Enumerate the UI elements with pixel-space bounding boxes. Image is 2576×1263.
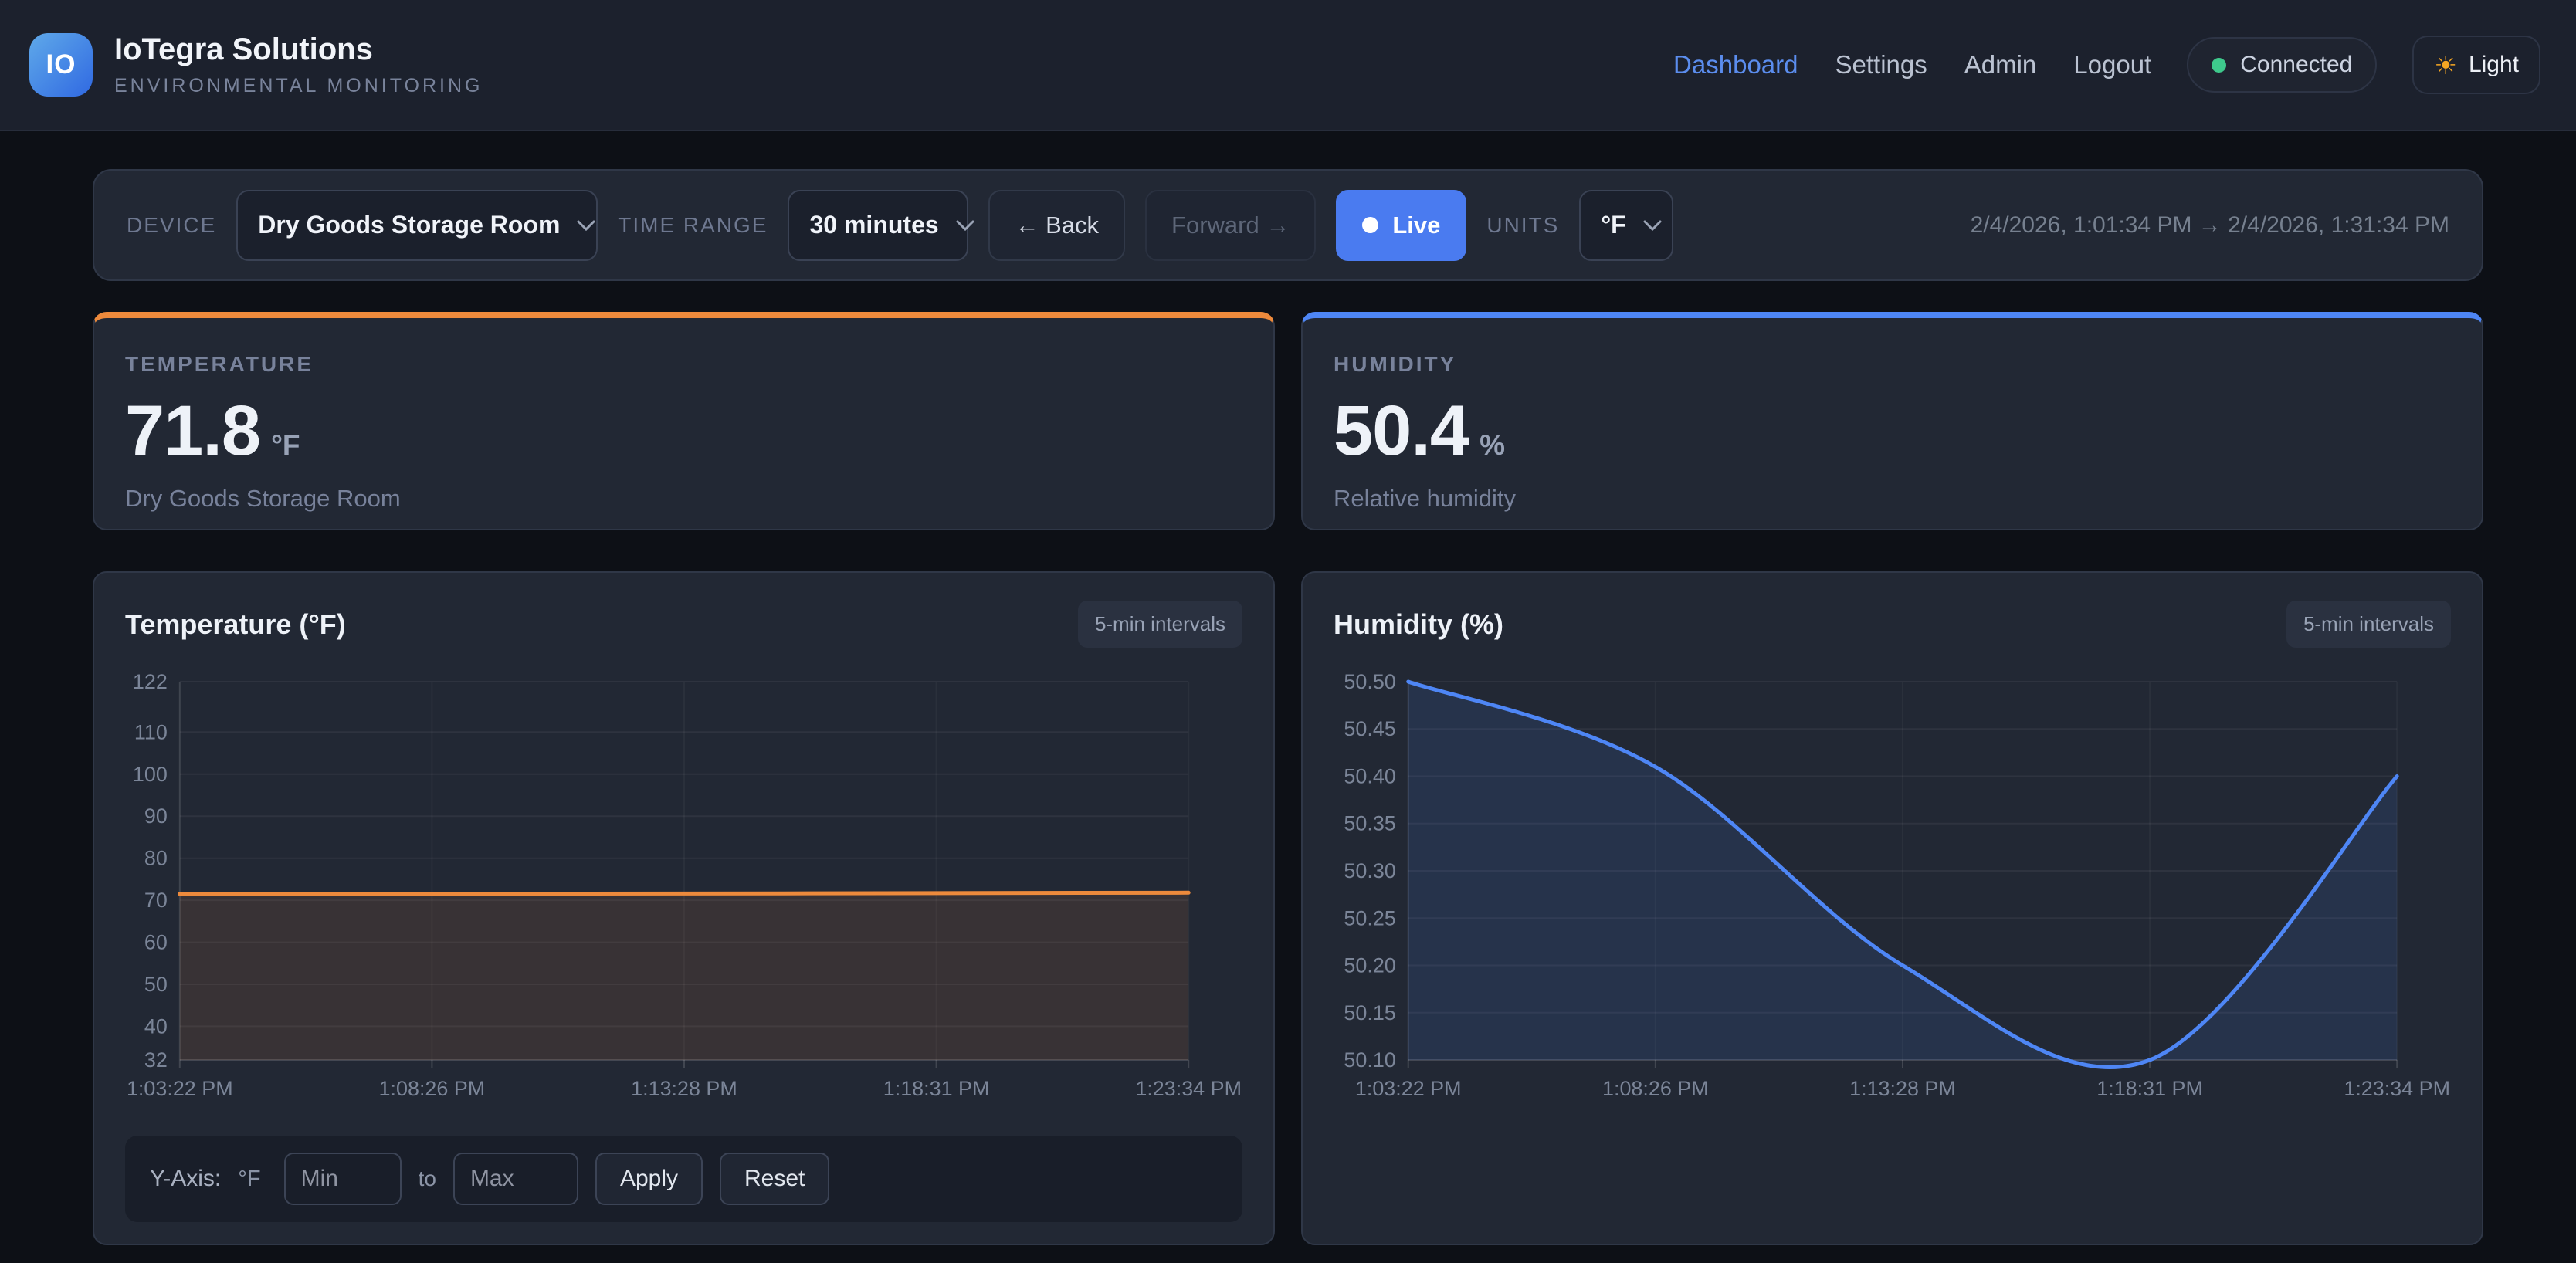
yaxis-min-input[interactable] <box>284 1153 402 1205</box>
theme-toggle-label: Light <box>2469 52 2519 78</box>
connection-status-badge: Connected <box>2187 37 2377 93</box>
temperature-stat-caption: Dry Goods Storage Room <box>125 485 1242 513</box>
humidity-chart: 50.50 50.45 50.40 50.35 50.30 50.25 50.20 50.15… <box>1334 668 2451 1100</box>
svg-text:1:13:28 PM: 1:13:28 PM <box>1849 1077 1956 1100</box>
humidity-chart-title: Humidity (%) <box>1334 608 1503 641</box>
svg-text:1:08:26 PM: 1:08:26 PM <box>1602 1077 1709 1100</box>
header-right: Dashboard Settings Admin Logout Connecte… <box>1673 36 2540 94</box>
yaxis-controls-panel: Y-Axis: °F to Apply Reset <box>125 1136 1242 1222</box>
chevron-down-icon <box>956 220 974 231</box>
humidity-chart-header: Humidity (%) 5-min intervals <box>1334 601 2451 648</box>
live-button[interactable]: Live <box>1336 190 1466 261</box>
units-select-value: °F <box>1601 211 1625 239</box>
humidity-stat-value-row: 50.4 % <box>1334 395 2451 466</box>
svg-text:1:18:31 PM: 1:18:31 PM <box>2096 1077 2203 1100</box>
page-subtitle: ENVIRONMENTAL MONITORING <box>114 75 483 97</box>
svg-text:1:18:31 PM: 1:18:31 PM <box>883 1077 990 1100</box>
units-label: UNITS <box>1486 213 1559 238</box>
yaxis-unit-label: °F <box>238 1166 260 1192</box>
svg-text:1:13:28 PM: 1:13:28 PM <box>631 1077 737 1100</box>
svg-text:50: 50 <box>144 973 168 996</box>
brand-text: IoTegra Solutions ENVIRONMENTAL MONITORI… <box>114 32 483 97</box>
device-select-value: Dry Goods Storage Room <box>258 211 560 239</box>
humidity-stat-card: HUMIDITY 50.4 % Relative humidity <box>1301 312 2483 530</box>
back-button[interactable]: ← Back <box>988 190 1125 261</box>
humidity-stat-label: HUMIDITY <box>1334 352 2451 377</box>
time-range-select[interactable]: 30 minutes <box>788 190 968 261</box>
brand: IO IoTegra Solutions ENVIRONMENTAL MONIT… <box>29 32 483 97</box>
svg-text:122: 122 <box>133 670 168 693</box>
yaxis-apply-button[interactable]: Apply <box>595 1153 703 1205</box>
yaxis-max-input[interactable] <box>453 1153 578 1205</box>
device-select[interactable]: Dry Goods Storage Room <box>236 190 598 261</box>
svg-text:50.15: 50.15 <box>1344 1001 1395 1024</box>
svg-text:50.10: 50.10 <box>1344 1048 1395 1072</box>
temperature-chart-card: Temperature (°F) 5-min intervals 1221101… <box>93 571 1275 1245</box>
interval-badge: 5-min intervals <box>1078 601 1242 648</box>
svg-text:80: 80 <box>144 847 168 870</box>
svg-text:32: 32 <box>144 1048 168 1072</box>
temperature-stat-card: TEMPERATURE 71.8 °F Dry Goods Storage Ro… <box>93 312 1275 530</box>
units-select[interactable]: °F <box>1579 190 1673 261</box>
svg-text:50.50: 50.50 <box>1344 670 1395 693</box>
svg-text:60: 60 <box>144 931 168 954</box>
dashboard-main: DEVICE Dry Goods Storage Room TIME RANGE… <box>0 169 2576 1245</box>
svg-text:50.40: 50.40 <box>1344 764 1395 787</box>
svg-text:110: 110 <box>134 720 168 743</box>
svg-text:50.35: 50.35 <box>1344 812 1395 835</box>
app-logo-icon: IO <box>29 33 93 97</box>
nav-logout[interactable]: Logout <box>2073 50 2151 80</box>
svg-text:90: 90 <box>144 804 168 828</box>
yaxis-to-label: to <box>419 1166 436 1191</box>
temperature-stat-value: 71.8 <box>125 395 260 466</box>
device-label: DEVICE <box>127 213 216 238</box>
controls-bar: DEVICE Dry Goods Storage Room TIME RANGE… <box>93 169 2483 281</box>
svg-text:1:08:26 PM: 1:08:26 PM <box>379 1077 486 1100</box>
nav-settings[interactable]: Settings <box>1835 50 1927 80</box>
humidity-stat-value: 50.4 <box>1334 395 1469 466</box>
connection-status-text: Connected <box>2240 52 2352 78</box>
nav-admin[interactable]: Admin <box>1964 50 2037 80</box>
yaxis-reset-button[interactable]: Reset <box>720 1153 829 1205</box>
svg-text:1:03:22 PM: 1:03:22 PM <box>127 1077 233 1100</box>
stats-row: TEMPERATURE 71.8 °F Dry Goods Storage Ro… <box>93 312 2483 530</box>
temperature-chart-header: Temperature (°F) 5-min intervals <box>125 601 1242 648</box>
svg-text:70: 70 <box>144 889 168 912</box>
forward-button[interactable]: Forward → <box>1145 190 1316 261</box>
time-range-select-value: 30 minutes <box>809 211 938 239</box>
temperature-stat-unit: °F <box>271 429 300 462</box>
temperature-stat-value-row: 71.8 °F <box>125 395 1242 466</box>
temperature-stat-label: TEMPERATURE <box>125 352 1242 377</box>
svg-text:50.25: 50.25 <box>1344 906 1395 929</box>
live-button-label: Live <box>1392 212 1440 239</box>
time-range-label: TIME RANGE <box>618 213 768 238</box>
humidity-stat-unit: % <box>1480 429 1505 462</box>
app-header: IO IoTegra Solutions ENVIRONMENTAL MONIT… <box>0 0 2576 131</box>
svg-text:50.30: 50.30 <box>1344 859 1395 882</box>
humidity-chart-card: Humidity (%) 5-min intervals 50.5050.455… <box>1301 571 2483 1245</box>
svg-text:1:23:34 PM: 1:23:34 PM <box>1135 1077 1242 1100</box>
chevron-down-icon <box>577 220 595 231</box>
chevron-down-icon <box>1643 220 1662 231</box>
humidity-stat-caption: Relative humidity <box>1334 485 2451 513</box>
theme-toggle-button[interactable]: ☀ Light <box>2412 36 2540 94</box>
nav-dashboard[interactable]: Dashboard <box>1673 50 1798 80</box>
sun-icon: ☀ <box>2434 52 2457 78</box>
svg-text:50.45: 50.45 <box>1344 717 1395 740</box>
temperature-chart-title: Temperature (°F) <box>125 608 346 641</box>
yaxis-label: Y-Axis: <box>150 1166 221 1192</box>
interval-badge: 5-min intervals <box>2286 601 2451 648</box>
page-title: IoTegra Solutions <box>114 32 483 67</box>
svg-text:100: 100 <box>133 763 168 786</box>
temperature-chart: 122 110 100 90 80 70 60 50 40 32 1:03:22 PM 1:08:26… <box>125 668 1242 1100</box>
charts-row: Temperature (°F) 5-min intervals 1221101… <box>93 571 2483 1245</box>
main-nav: Dashboard Settings Admin Logout <box>1673 50 2151 80</box>
svg-text:1:23:34 PM: 1:23:34 PM <box>2344 1077 2450 1100</box>
svg-text:50.20: 50.20 <box>1344 953 1395 977</box>
status-dot-icon <box>2212 58 2226 73</box>
time-window-text: 2/4/2026, 1:01:34 PM → 2/4/2026, 1:31:34… <box>1971 212 2449 239</box>
svg-text:1:03:22 PM: 1:03:22 PM <box>1355 1077 1462 1100</box>
live-dot-icon <box>1362 217 1378 233</box>
svg-text:40: 40 <box>144 1014 168 1038</box>
